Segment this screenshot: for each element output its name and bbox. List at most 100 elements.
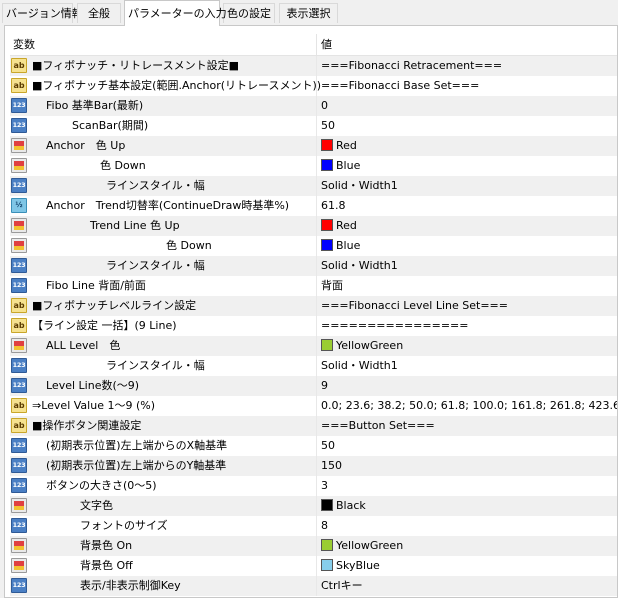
param-value[interactable]: YellowGreen (316, 536, 613, 556)
grid-header: 変数 値 (10, 34, 617, 56)
string-type-icon: ab (11, 318, 27, 333)
tab-version-info[interactable]: バージョン情報 (2, 3, 83, 23)
param-value[interactable]: 0.0; 23.6; 38.2; 50.0; 61.8; 100.0; 161.… (316, 396, 617, 416)
param-row[interactable]: 123 フォントのサイズ 8 (10, 516, 617, 536)
param-value-text: Solid・Width1 (321, 359, 398, 372)
param-value[interactable]: Red (316, 136, 613, 156)
param-value[interactable]: 150 (316, 456, 613, 476)
param-row[interactable]: 123 Level Line数(～9) 9 (10, 376, 617, 396)
color-swatch (321, 499, 333, 511)
param-row[interactable]: 123 (初期表示位置)左上端からのY軸基準 150 (10, 456, 617, 476)
param-row[interactable]: 123 ラインスタイル・幅 Solid・Width1 (10, 356, 617, 376)
param-row[interactable]: 色 Down Blue (10, 156, 617, 176)
param-value-text: ===Fibonacci Level Line Set=== (321, 299, 508, 312)
param-row[interactable]: 123 ボタンの大きさ(0～5) 3 (10, 476, 617, 496)
string-type-icon: ab (11, 398, 27, 413)
param-value-text: 150 (321, 459, 342, 472)
param-name: (初期表示位置)左上端からのX軸基準 (46, 439, 228, 452)
integer-type-icon: 123 (11, 358, 27, 373)
param-name: 色 Down (166, 239, 212, 252)
param-row[interactable]: ab 【ライン設定 一括】(9 Line) ================ (10, 316, 617, 336)
param-value[interactable]: ===Button Set=== (316, 416, 613, 436)
param-name: ScanBar(期間) (72, 119, 149, 132)
param-row[interactable]: Trend Line 色 Up Red (10, 216, 617, 236)
param-row[interactable]: ab ■フィボナッチ・リトレースメント設定■ ===Fibonacci Retrac… (10, 56, 617, 76)
param-value-text: 9 (321, 379, 328, 392)
param-value-text: 0.0; 23.6; 38.2; 50.0; 61.8; 100.0; 161.… (321, 399, 618, 412)
color-swatch (321, 139, 333, 151)
param-name: フォントのサイズ (80, 519, 168, 532)
param-value-text: 背面 (321, 279, 343, 292)
integer-type-icon: 123 (11, 578, 27, 593)
param-row[interactable]: 123 ScanBar(期間) 50 (10, 116, 617, 136)
param-value[interactable]: 3 (316, 476, 613, 496)
param-row[interactable]: 123 ラインスタイル・幅 Solid・Width1 (10, 256, 617, 276)
param-value[interactable]: 61.8 (316, 196, 613, 216)
param-value-text: SkyBlue (336, 559, 380, 572)
param-value[interactable]: SkyBlue (316, 556, 613, 576)
tab-color-settings[interactable]: 色の設定 (223, 3, 275, 23)
tab-parameter-input[interactable]: パラメーターの入力 (124, 0, 227, 26)
param-value[interactable]: Ctrlキー (316, 576, 613, 596)
param-row[interactable]: 123 表示/非表示制御Key Ctrlキー (10, 576, 617, 596)
param-row[interactable]: ab ■フィボナッチレベルライン設定 ===Fibonacci Level Lin… (10, 296, 617, 316)
param-value[interactable]: 背面 (316, 276, 613, 296)
param-value[interactable]: 8 (316, 516, 613, 536)
param-value[interactable]: ===Fibonacci Level Line Set=== (316, 296, 613, 316)
param-row[interactable]: Anchor 色 Up Red (10, 136, 617, 156)
param-value-text: Ctrlキー (321, 579, 363, 592)
param-value[interactable]: ===Fibonacci Retracement=== (316, 56, 613, 76)
param-value[interactable]: Solid・Width1 (316, 256, 613, 276)
param-value[interactable]: Red (316, 216, 613, 236)
param-value[interactable]: 9 (316, 376, 613, 396)
tab-display-select[interactable]: 表示選択 (279, 3, 338, 23)
integer-type-icon: 123 (11, 478, 27, 493)
integer-type-icon: 123 (11, 378, 27, 393)
param-value[interactable]: 50 (316, 116, 613, 136)
param-row[interactable]: ab ■フィボナッチ基本設定(範囲.Anchor(リトレースメント)) ===Fib… (10, 76, 617, 96)
param-value[interactable]: 0 (316, 96, 613, 116)
param-value[interactable]: Solid・Width1 (316, 356, 613, 376)
param-name: ALL Level 色 (46, 339, 121, 352)
param-value[interactable]: ================ (316, 316, 613, 336)
param-value[interactable]: Blue (316, 156, 613, 176)
param-value[interactable]: Blue (316, 236, 613, 256)
param-value-text: 50 (321, 119, 335, 132)
param-row[interactable]: ab ■操作ボタン関連設定 ===Button Set=== (10, 416, 617, 436)
color-type-icon (11, 538, 27, 553)
param-name: (初期表示位置)左上端からのY軸基準 (46, 459, 227, 472)
param-name: ボタンの大きさ(0～5) (46, 479, 157, 492)
tab-general[interactable]: 全般 (77, 3, 121, 23)
param-value-text: 3 (321, 479, 328, 492)
param-row[interactable]: ALL Level 色 YellowGreen (10, 336, 617, 356)
color-swatch (321, 339, 333, 351)
param-value-text: 50 (321, 439, 335, 452)
param-row[interactable]: 背景色 Off SkyBlue (10, 556, 617, 576)
param-row[interactable]: 123 (初期表示位置)左上端からのX軸基準 50 (10, 436, 617, 456)
integer-type-icon: 123 (11, 118, 27, 133)
param-value-text: 0 (321, 99, 328, 112)
column-header-value[interactable]: 値 (316, 34, 332, 55)
param-value[interactable]: Black (316, 496, 613, 516)
column-header-variable[interactable]: 変数 (13, 34, 35, 55)
param-value[interactable]: ===Fibonacci Base Set=== (316, 76, 613, 96)
param-value-text: Solid・Width1 (321, 179, 398, 192)
param-row[interactable]: 文字色 Black (10, 496, 617, 516)
param-row[interactable]: 123 Fibo 基準Bar(最新) 0 (10, 96, 617, 116)
param-value[interactable]: 50 (316, 436, 613, 456)
param-name: Fibo Line 背面/前面 (46, 279, 146, 292)
color-swatch (321, 159, 333, 171)
param-row[interactable]: 背景色 On YellowGreen (10, 536, 617, 556)
param-value[interactable]: YellowGreen (316, 336, 613, 356)
string-type-icon: ab (11, 78, 27, 93)
param-row[interactable]: 123 ラインスタイル・幅 Solid・Width1 (10, 176, 617, 196)
param-value-text: Red (336, 219, 357, 232)
param-value[interactable]: Solid・Width1 (316, 176, 613, 196)
param-row[interactable]: 123 Fibo Line 背面/前面 背面 (10, 276, 617, 296)
param-row[interactable]: ½ Anchor Trend切替率(ContinueDraw時基準%) 61.8 (10, 196, 617, 216)
param-row[interactable]: ab ⇒Level Value 1～9 (%) 0.0; 23.6; 38.2; 5… (10, 396, 617, 416)
param-row[interactable]: 色 Down Blue (10, 236, 617, 256)
param-value-text: YellowGreen (336, 539, 404, 552)
color-type-icon (11, 238, 27, 253)
param-value-text: 8 (321, 519, 328, 532)
